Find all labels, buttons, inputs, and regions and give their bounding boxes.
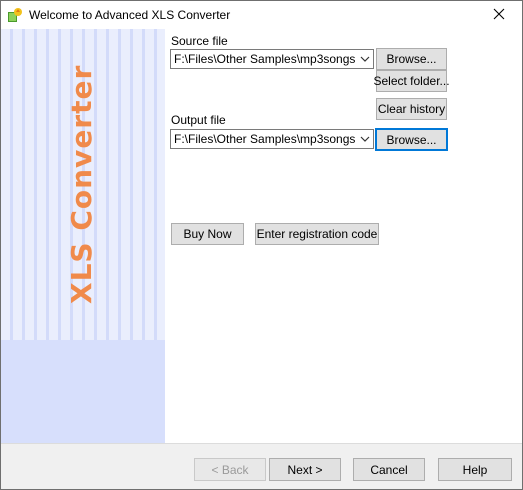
source-file-label: Source file [171,34,228,48]
side-banner: XLS Converter [1,29,165,443]
output-file-combobox[interactable]: F:\Files\Other Samples\mp3songs.dbf [170,129,374,149]
help-button[interactable]: Help [438,458,512,481]
clear-history-button[interactable]: Clear history [376,98,447,120]
output-file-value: F:\Files\Other Samples\mp3songs.dbf [174,132,355,146]
app-icon [7,7,23,23]
cancel-button[interactable]: Cancel [353,458,425,481]
window-title: Welcome to Advanced XLS Converter [29,8,231,22]
title-bar: Welcome to Advanced XLS Converter [1,1,522,29]
chevron-down-icon[interactable] [356,50,373,68]
output-file-label: Output file [171,113,226,127]
banner-title: XLS Converter [65,64,98,304]
select-folder-button[interactable]: Select folder... [373,70,450,92]
source-file-combobox[interactable]: F:\Files\Other Samples\mp3songs.xlsx [170,49,374,69]
source-file-value: F:\Files\Other Samples\mp3songs.xlsx [174,52,355,66]
buy-now-button[interactable]: Buy Now [171,223,244,245]
close-icon [493,8,505,23]
close-button[interactable] [476,1,522,29]
main-window: Welcome to Advanced XLS Converter XLS Co… [0,0,523,490]
source-browse-button[interactable]: Browse... [376,48,447,70]
enter-registration-code-button[interactable]: Enter registration code [255,223,379,245]
wizard-footer: < Back Next > Cancel Help [1,443,522,489]
output-browse-button[interactable]: Browse... [375,128,448,151]
chevron-down-icon[interactable] [356,130,373,148]
next-button[interactable]: Next > [269,458,341,481]
back-button[interactable]: < Back [194,458,266,481]
